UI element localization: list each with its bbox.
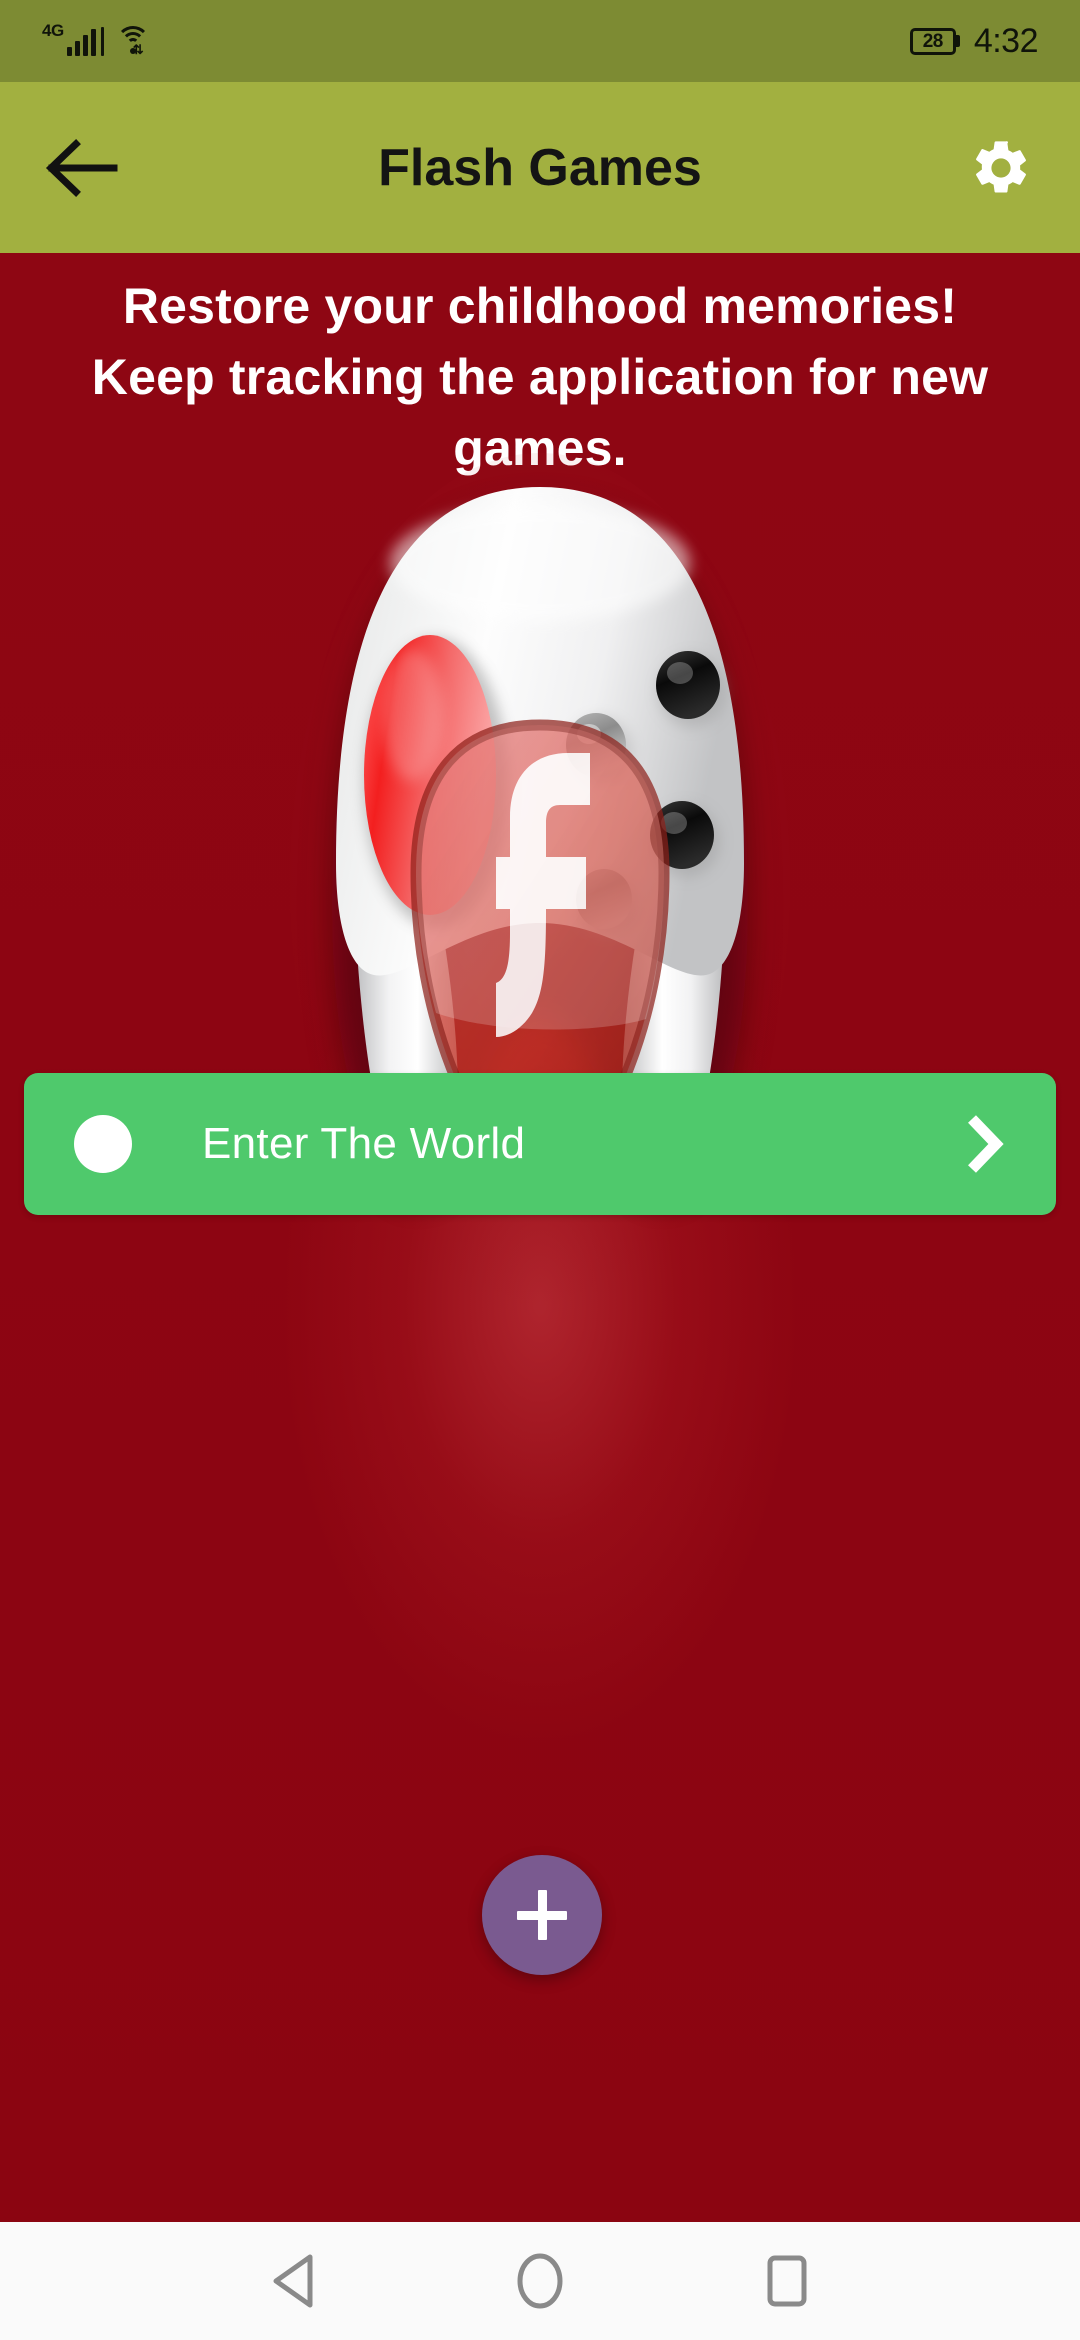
enter-the-world-label: Enter The World — [202, 1119, 526, 1168]
page-title: Flash Games — [378, 138, 702, 197]
signal-strength-bars — [66, 26, 96, 56]
phone-screen: 4G ⇅ 28 4:32 Flash Games Restore your ch… — [0, 0, 1080, 2340]
signal-bars-icon: 4G — [42, 22, 104, 56]
status-bar: 4G ⇅ 28 4:32 — [0, 0, 1080, 82]
wifi-icon: ⇅ — [115, 26, 151, 56]
circle-icon — [74, 1115, 132, 1173]
add-button[interactable] — [482, 1855, 602, 1975]
back-button[interactable] — [36, 123, 126, 213]
chevron-right-icon — [964, 1113, 1004, 1175]
battery-level-label: 28 — [922, 30, 944, 52]
network-type-label: 4G — [42, 21, 64, 40]
settings-button[interactable] — [956, 123, 1046, 213]
nav-back-button[interactable] — [238, 2226, 348, 2336]
status-bar-clock: 4:32 — [973, 22, 1039, 60]
triangle-left-icon — [273, 2254, 313, 2308]
arrow-left-icon — [45, 138, 118, 197]
gear-icon — [976, 140, 1026, 193]
nav-home-button[interactable] — [485, 2226, 595, 2336]
flash-gamepad-illustration — [260, 453, 820, 1413]
square-outline-icon — [767, 2255, 807, 2307]
app-bar: Flash Games — [0, 82, 1080, 253]
status-bar-right: 28 4:32 — [909, 22, 1039, 60]
sim-indicator — [100, 27, 104, 56]
circle-outline-icon — [517, 2253, 563, 2309]
plus-icon-vertical — [537, 1890, 547, 1940]
enter-the-world-button[interactable]: Enter The World — [24, 1073, 1056, 1215]
battery-icon: 28 — [909, 27, 956, 55]
android-navigation-bar — [0, 2222, 1080, 2340]
main-content: Restore your childhood memories! Keep tr… — [0, 253, 1080, 2222]
status-bar-left: 4G ⇅ — [42, 22, 151, 56]
nav-recents-button[interactable] — [732, 2226, 842, 2336]
